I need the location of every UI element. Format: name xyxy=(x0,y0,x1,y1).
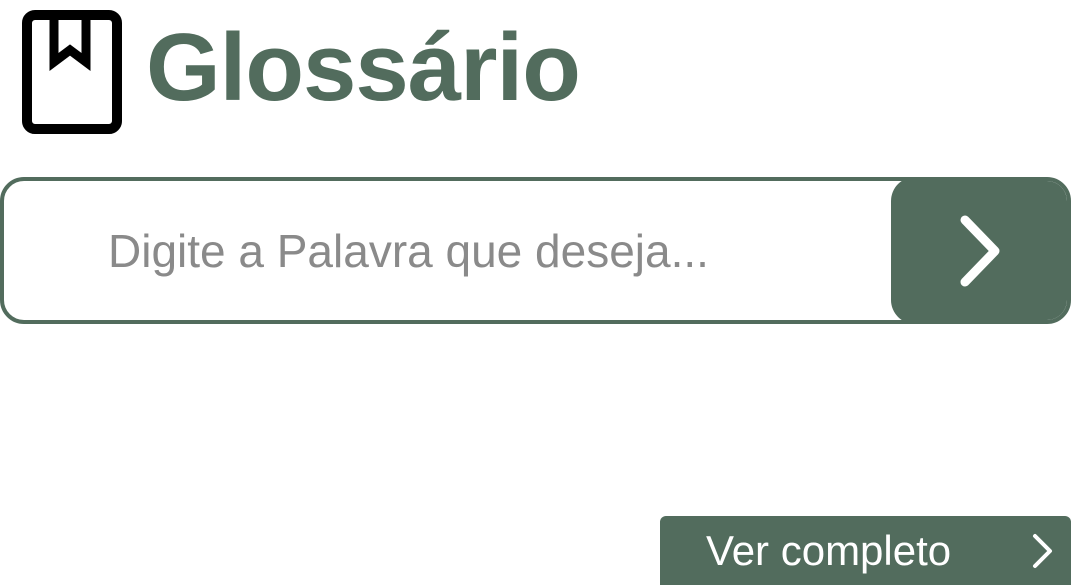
glossary-header: Glossário xyxy=(22,10,581,134)
view-full-button[interactable]: Ver completo xyxy=(660,516,1071,585)
search-submit-button[interactable] xyxy=(891,181,1067,320)
chevron-right-icon xyxy=(1031,533,1055,569)
search-bar xyxy=(0,177,1071,324)
search-input[interactable] xyxy=(108,181,868,320)
view-full-label: Ver completo xyxy=(706,527,952,574)
chevron-right-icon xyxy=(960,215,1000,286)
page-title: Glossário xyxy=(146,14,581,121)
bookmark-book-icon xyxy=(22,10,122,134)
